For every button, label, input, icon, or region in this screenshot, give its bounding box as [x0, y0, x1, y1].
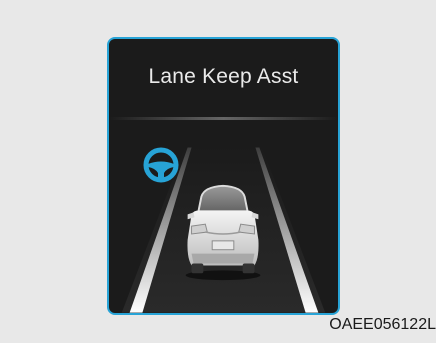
figure-code: OAEE056122L: [329, 316, 436, 333]
lane-keep-assist-display: Lane Keep Asst: [107, 37, 340, 315]
steering-wheel-icon: [143, 147, 179, 183]
